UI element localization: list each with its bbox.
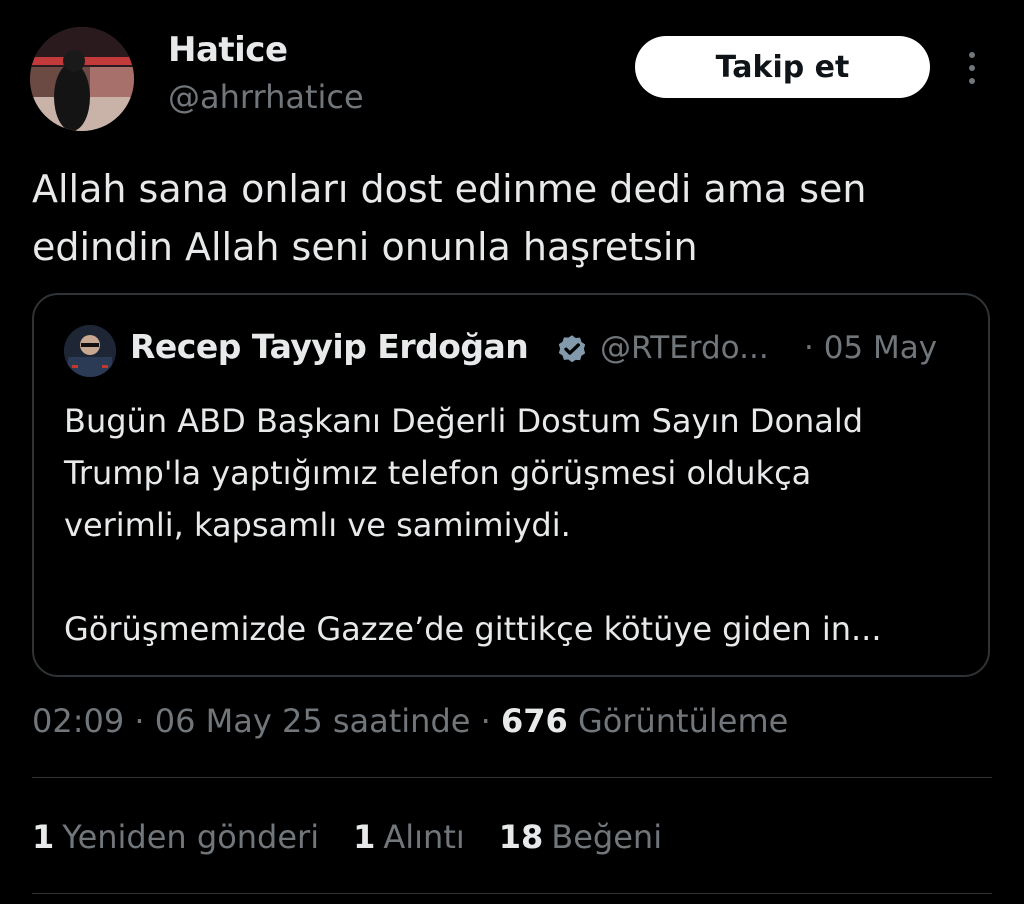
divider bbox=[32, 777, 992, 778]
quoted-text-line: Trump'la yaptığımız telefon görüşmesi ol… bbox=[64, 454, 812, 492]
verified-badge-icon bbox=[558, 335, 586, 363]
quoted-avatar-photo bbox=[64, 325, 116, 377]
divider bbox=[32, 893, 992, 894]
quotes-count: 1 bbox=[353, 818, 376, 856]
quoted-author-name: Recep Tayyip Erdoğan bbox=[130, 327, 529, 366]
avatar-photo bbox=[30, 27, 134, 131]
quoted-text-line: verimli, kapsamlı ve samimiydi. bbox=[64, 506, 571, 544]
quotes-stat[interactable]: 1 Alıntı bbox=[353, 818, 465, 856]
engagement-stats: 1 Yeniden gönderi 1 Alıntı 18 Beğeni bbox=[32, 818, 662, 856]
reposts-count: 1 bbox=[32, 818, 55, 856]
more-dot bbox=[969, 65, 975, 71]
tweet-meta: 02:09 · 06 May 25 saatinde · 676 Görüntü… bbox=[32, 702, 788, 740]
quotes-label: Alıntı bbox=[383, 818, 465, 856]
tweet-date[interactable]: 06 May 25 saatinde bbox=[155, 702, 471, 740]
tweet-text-line: Allah sana onları dost edinme dedi ama s… bbox=[32, 167, 867, 211]
likes-stat[interactable]: 18 Beğeni bbox=[499, 818, 662, 856]
quoted-text-line: Görüşmemizde Gazze’de gittikçe kötüye gi… bbox=[64, 610, 882, 648]
more-icon[interactable] bbox=[958, 48, 986, 88]
meta-separator: · bbox=[134, 702, 145, 740]
follow-button[interactable]: Takip et bbox=[635, 36, 930, 98]
views-label: Görüntüleme bbox=[577, 702, 789, 740]
more-dot bbox=[969, 78, 975, 84]
tweet-time[interactable]: 02:09 bbox=[32, 702, 124, 740]
more-dot bbox=[969, 52, 975, 58]
tweet-text-line: edindin Allah seni onunla haşretsin bbox=[32, 225, 698, 269]
quoted-author-avatar bbox=[64, 325, 116, 377]
quoted-author-handle: @RTErdo... bbox=[600, 330, 769, 366]
likes-count: 18 bbox=[498, 818, 544, 856]
quoted-tweet-date: · 05 May bbox=[804, 330, 938, 366]
reposts-stat[interactable]: 1 Yeniden gönderi bbox=[32, 818, 319, 856]
reposts-label: Yeniden gönderi bbox=[62, 818, 320, 856]
author-handle[interactable]: @ahrrhatice bbox=[168, 78, 364, 116]
likes-label: Beğeni bbox=[551, 818, 663, 856]
tweet-text: Allah sana onları dost edinme dedi ama s… bbox=[32, 160, 1002, 276]
meta-separator: · bbox=[480, 702, 491, 740]
author-name[interactable]: Hatice bbox=[168, 30, 288, 70]
quoted-text-line: Bugün ABD Başkanı Değerli Dostum Sayın D… bbox=[64, 402, 864, 440]
author-avatar[interactable] bbox=[30, 27, 134, 131]
quoted-tweet-text: Bugün ABD Başkanı Değerli Dostum Sayın D… bbox=[64, 395, 964, 655]
views-count: 676 bbox=[500, 702, 568, 740]
quoted-tweet-card[interactable]: Recep Tayyip Erdoğan @RTErdo... · 05 May… bbox=[32, 293, 990, 677]
